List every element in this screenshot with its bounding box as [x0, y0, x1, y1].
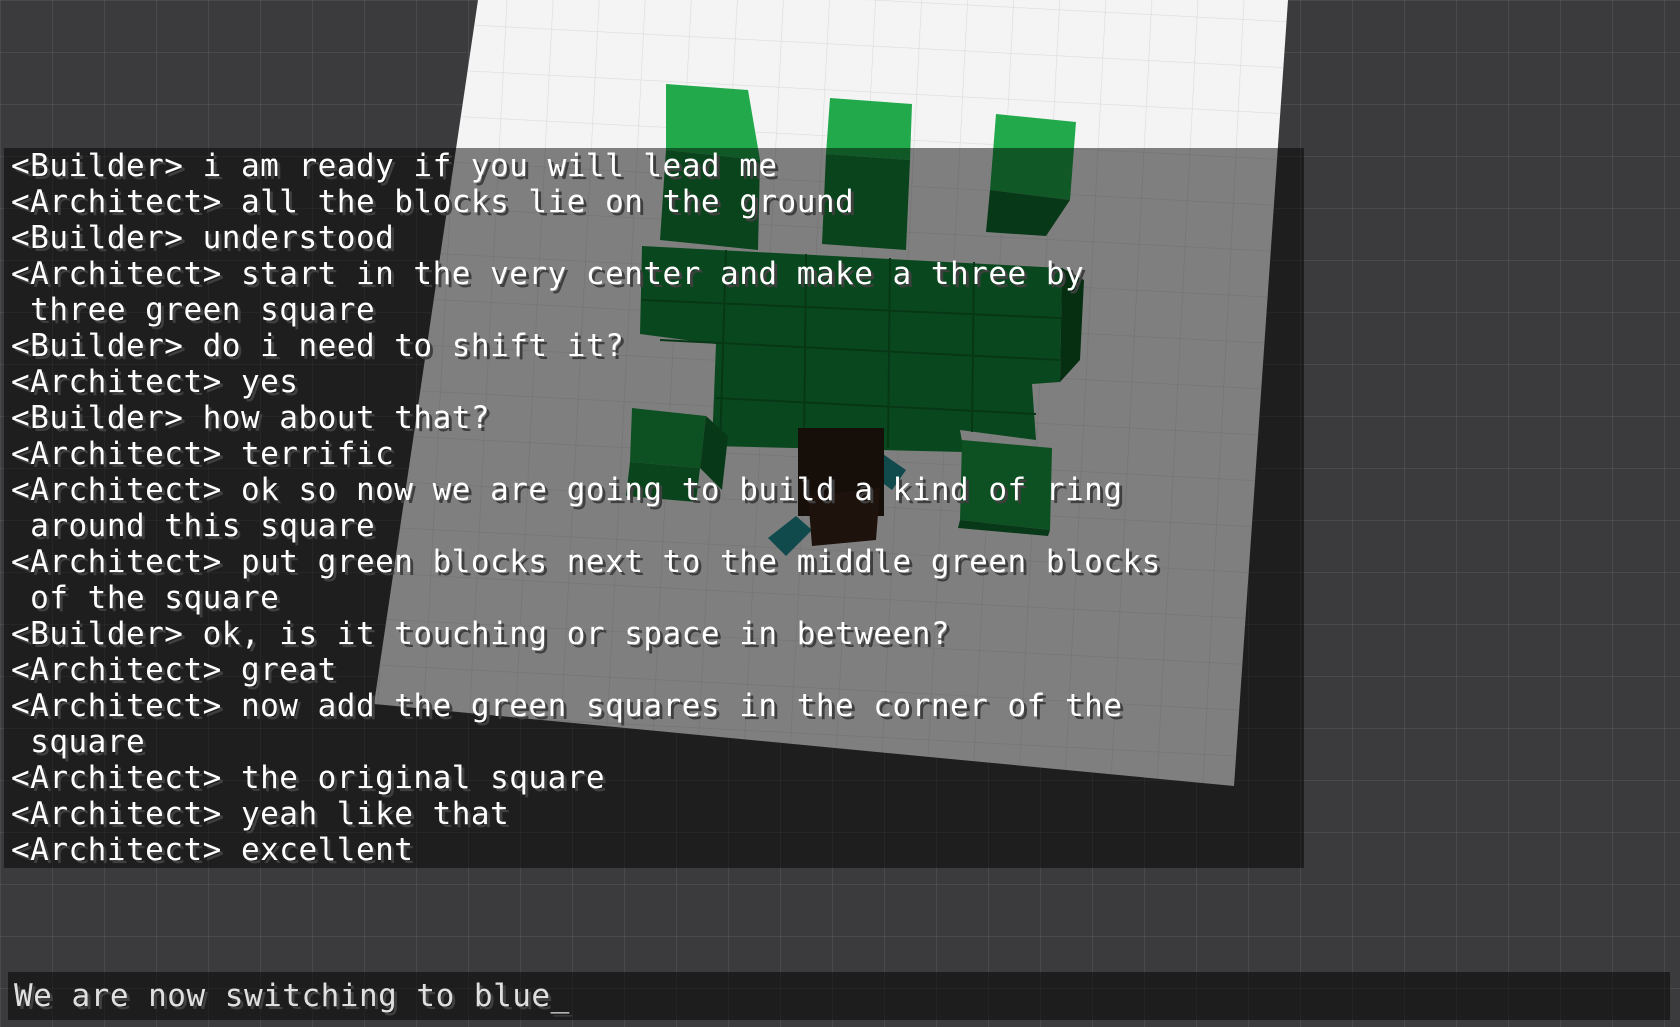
chat-message: <Builder> how about that? — [11, 400, 491, 436]
chat-input-text[interactable]: We are now switching to blue — [14, 978, 551, 1014]
chat-message: <Architect> all the blocks lie on the gr… — [11, 184, 855, 220]
chat-input-field[interactable]: We are now switching to blue_ — [8, 972, 1670, 1020]
chat-message: <Builder> understood — [11, 220, 395, 256]
chat-message: <Architect> excellent — [11, 832, 414, 868]
chat-message: <Builder> ok, is it touching or space in… — [11, 616, 951, 652]
text-cursor: _ — [550, 978, 570, 1014]
chat-message-continuation: around this square — [11, 508, 376, 544]
chat-message: <Builder> i am ready if you will lead me — [11, 148, 778, 184]
chat-message: <Architect> yeah like that — [11, 796, 510, 832]
chat-input-value[interactable]: We are now switching to blue_ — [14, 977, 570, 1015]
chat-message: <Architect> now add the green squares in… — [11, 688, 1123, 724]
chat-message-continuation: square — [11, 724, 146, 760]
chat-message: <Builder> do i need to shift it? — [11, 328, 625, 364]
chat-message-continuation: of the square — [11, 580, 280, 616]
chat-message-list: <Builder> i am ready if you will lead me… — [11, 148, 1161, 868]
chat-message: <Architect> yes — [11, 364, 299, 400]
chat-message-continuation: three green square — [11, 292, 376, 328]
chat-message: <Architect> the original square — [11, 760, 606, 796]
chat-message: <Architect> great — [11, 652, 337, 688]
chat-history-panel: <Builder> i am ready if you will lead me… — [4, 148, 1304, 868]
chat-message: <Architect> ok so now we are going to bu… — [11, 472, 1123, 508]
chat-message: <Architect> put green blocks next to the… — [11, 544, 1161, 580]
chat-message: <Architect> terrific — [11, 436, 395, 472]
chat-message: <Architect> start in the very center and… — [11, 256, 1085, 292]
